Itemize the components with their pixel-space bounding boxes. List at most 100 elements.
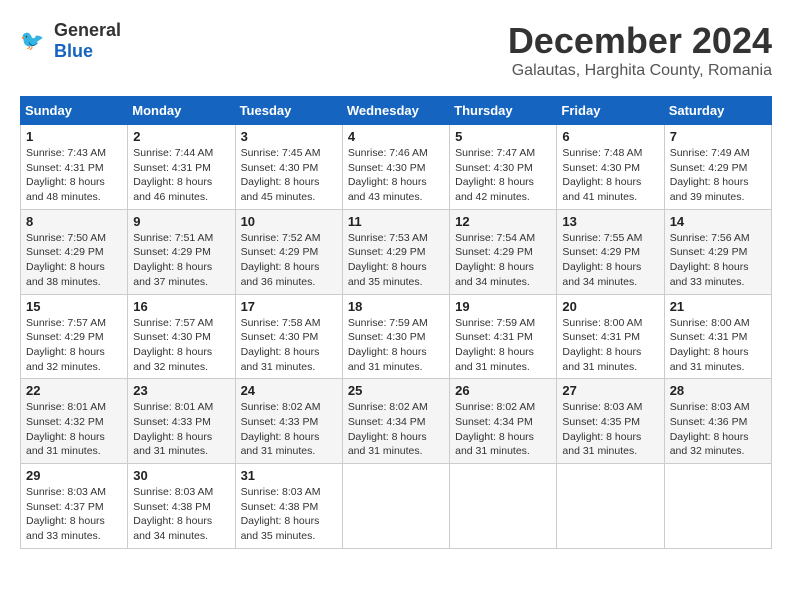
day-info: Sunrise: 7:54 AMSunset: 4:29 PMDaylight:… xyxy=(455,231,551,290)
calendar-cell: 9 Sunrise: 7:51 AMSunset: 4:29 PMDaylight… xyxy=(128,209,235,294)
day-number: 26 xyxy=(455,383,551,398)
calendar-cell: 11 Sunrise: 7:53 AMSunset: 4:29 PMDayligh… xyxy=(342,209,449,294)
day-info: Sunrise: 7:51 AMSunset: 4:29 PMDaylight:… xyxy=(133,231,229,290)
calendar-table: SundayMondayTuesdayWednesdayThursdayFrid… xyxy=(20,96,772,549)
day-number: 29 xyxy=(26,468,122,483)
calendar-cell: 12 Sunrise: 7:54 AMSunset: 4:29 PMDayligh… xyxy=(450,209,557,294)
calendar-week-4: 22 Sunrise: 8:01 AMSunset: 4:32 PMDayligh… xyxy=(21,379,772,464)
day-number: 21 xyxy=(670,299,766,314)
day-number: 31 xyxy=(241,468,337,483)
calendar-cell: 3Sunrise: 7:45 AMSunset: 4:30 PMDaylight… xyxy=(235,125,342,210)
day-header-monday: Monday xyxy=(128,97,235,125)
day-header-saturday: Saturday xyxy=(664,97,771,125)
day-number: 12 xyxy=(455,214,551,229)
day-info: Sunrise: 8:03 AMSunset: 4:35 PMDaylight:… xyxy=(562,400,658,459)
day-info: Sunrise: 8:00 AMSunset: 4:31 PMDaylight:… xyxy=(670,316,766,375)
calendar-cell: 24 Sunrise: 8:02 AMSunset: 4:33 PMDayligh… xyxy=(235,379,342,464)
day-info: Sunrise: 7:57 AMSunset: 4:30 PMDaylight:… xyxy=(133,316,229,375)
day-info: Sunrise: 8:02 AMSunset: 4:33 PMDaylight:… xyxy=(241,400,337,459)
calendar-week-5: 29 Sunrise: 8:03 AMSunset: 4:37 PMDayligh… xyxy=(21,464,772,549)
day-number: 14 xyxy=(670,214,766,229)
location-title: Galautas, Harghita County, Romania xyxy=(508,62,772,80)
calendar-cell xyxy=(450,464,557,549)
calendar-cell: 21 Sunrise: 8:00 AMSunset: 4:31 PMDayligh… xyxy=(664,294,771,379)
day-info: Sunrise: 8:02 AMSunset: 4:34 PMDaylight:… xyxy=(455,400,551,459)
day-header-wednesday: Wednesday xyxy=(342,97,449,125)
day-info: Sunrise: 8:03 AMSunset: 4:38 PMDaylight:… xyxy=(133,485,229,544)
calendar-cell xyxy=(664,464,771,549)
calendar-week-2: 8 Sunrise: 7:50 AMSunset: 4:29 PMDaylight… xyxy=(21,209,772,294)
day-info: Sunrise: 7:48 AMSunset: 4:30 PMDaylight:… xyxy=(562,146,658,205)
day-info: Sunrise: 7:55 AMSunset: 4:29 PMDaylight:… xyxy=(562,231,658,290)
calendar-cell: 28 Sunrise: 8:03 AMSunset: 4:36 PMDayligh… xyxy=(664,379,771,464)
calendar-cell: 27 Sunrise: 8:03 AMSunset: 4:35 PMDayligh… xyxy=(557,379,664,464)
calendar-cell xyxy=(342,464,449,549)
day-info: Sunrise: 7:44 AMSunset: 4:31 PMDaylight:… xyxy=(133,146,229,205)
month-title: December 2024 xyxy=(508,20,772,62)
day-info: Sunrise: 7:58 AMSunset: 4:30 PMDaylight:… xyxy=(241,316,337,375)
day-info: Sunrise: 8:00 AMSunset: 4:31 PMDaylight:… xyxy=(562,316,658,375)
day-info: Sunrise: 7:46 AMSunset: 4:30 PMDaylight:… xyxy=(348,146,444,205)
calendar-week-1: 1Sunrise: 7:43 AMSunset: 4:31 PMDaylight… xyxy=(21,125,772,210)
calendar-cell: 30Sunrise: 8:03 AMSunset: 4:38 PMDayligh… xyxy=(128,464,235,549)
calendar-cell xyxy=(557,464,664,549)
day-info: Sunrise: 7:56 AMSunset: 4:29 PMDaylight:… xyxy=(670,231,766,290)
logo-blue: Blue xyxy=(54,41,93,61)
day-info: Sunrise: 7:53 AMSunset: 4:29 PMDaylight:… xyxy=(348,231,444,290)
day-number: 15 xyxy=(26,299,122,314)
calendar-cell: 31Sunrise: 8:03 AMSunset: 4:38 PMDayligh… xyxy=(235,464,342,549)
day-info: Sunrise: 8:02 AMSunset: 4:34 PMDaylight:… xyxy=(348,400,444,459)
day-number: 2 xyxy=(133,129,229,144)
calendar-cell: 2 Sunrise: 7:44 AMSunset: 4:31 PMDaylight… xyxy=(128,125,235,210)
calendar-cell: 26 Sunrise: 8:02 AMSunset: 4:34 PMDayligh… xyxy=(450,379,557,464)
calendar-week-3: 15Sunrise: 7:57 AMSunset: 4:29 PMDayligh… xyxy=(21,294,772,379)
day-info: Sunrise: 7:59 AMSunset: 4:31 PMDaylight:… xyxy=(455,316,551,375)
logo: 🐦 General Blue xyxy=(20,20,121,62)
calendar-cell: 25 Sunrise: 8:02 AMSunset: 4:34 PMDayligh… xyxy=(342,379,449,464)
calendar-cell: 5Sunrise: 7:47 AMSunset: 4:30 PMDaylight… xyxy=(450,125,557,210)
day-number: 5 xyxy=(455,129,551,144)
day-number: 16 xyxy=(133,299,229,314)
logo-icon: 🐦 xyxy=(20,26,50,56)
day-number: 13 xyxy=(562,214,658,229)
day-number: 27 xyxy=(562,383,658,398)
logo-general: General xyxy=(54,20,121,40)
day-header-friday: Friday xyxy=(557,97,664,125)
calendar-cell: 4Sunrise: 7:46 AMSunset: 4:30 PMDaylight… xyxy=(342,125,449,210)
day-info: Sunrise: 7:52 AMSunset: 4:29 PMDaylight:… xyxy=(241,231,337,290)
day-info: Sunrise: 8:01 AMSunset: 4:32 PMDaylight:… xyxy=(26,400,122,459)
calendar-cell: 16 Sunrise: 7:57 AMSunset: 4:30 PMDayligh… xyxy=(128,294,235,379)
day-number: 25 xyxy=(348,383,444,398)
day-number: 6 xyxy=(562,129,658,144)
calendar-cell: 13 Sunrise: 7:55 AMSunset: 4:29 PMDayligh… xyxy=(557,209,664,294)
day-number: 10 xyxy=(241,214,337,229)
day-number: 9 xyxy=(133,214,229,229)
day-number: 11 xyxy=(348,214,444,229)
calendar-cell: 17 Sunrise: 7:58 AMSunset: 4:30 PMDayligh… xyxy=(235,294,342,379)
day-info: Sunrise: 7:50 AMSunset: 4:29 PMDaylight:… xyxy=(26,231,122,290)
day-number: 8 xyxy=(26,214,122,229)
calendar-header-row: SundayMondayTuesdayWednesdayThursdayFrid… xyxy=(21,97,772,125)
day-number: 24 xyxy=(241,383,337,398)
day-number: 28 xyxy=(670,383,766,398)
calendar-cell: 23Sunrise: 8:01 AMSunset: 4:33 PMDayligh… xyxy=(128,379,235,464)
day-info: Sunrise: 7:59 AMSunset: 4:30 PMDaylight:… xyxy=(348,316,444,375)
day-number: 20 xyxy=(562,299,658,314)
day-info: Sunrise: 8:01 AMSunset: 4:33 PMDaylight:… xyxy=(133,400,229,459)
day-info: Sunrise: 8:03 AMSunset: 4:36 PMDaylight:… xyxy=(670,400,766,459)
calendar-cell: 20 Sunrise: 8:00 AMSunset: 4:31 PMDayligh… xyxy=(557,294,664,379)
calendar-cell: 14 Sunrise: 7:56 AMSunset: 4:29 PMDayligh… xyxy=(664,209,771,294)
calendar-cell: 18Sunrise: 7:59 AMSunset: 4:30 PMDayligh… xyxy=(342,294,449,379)
page-header: 🐦 General Blue December 2024 Galautas, H… xyxy=(20,20,772,80)
calendar-cell: 22 Sunrise: 8:01 AMSunset: 4:32 PMDayligh… xyxy=(21,379,128,464)
day-number: 17 xyxy=(241,299,337,314)
day-number: 22 xyxy=(26,383,122,398)
calendar-cell: 15Sunrise: 7:57 AMSunset: 4:29 PMDayligh… xyxy=(21,294,128,379)
calendar-cell: 19Sunrise: 7:59 AMSunset: 4:31 PMDayligh… xyxy=(450,294,557,379)
calendar-cell: 6 Sunrise: 7:48 AMSunset: 4:30 PMDaylight… xyxy=(557,125,664,210)
calendar-cell: 8 Sunrise: 7:50 AMSunset: 4:29 PMDaylight… xyxy=(21,209,128,294)
day-number: 7 xyxy=(670,129,766,144)
calendar-cell: 7Sunrise: 7:49 AMSunset: 4:29 PMDaylight… xyxy=(664,125,771,210)
svg-text:🐦: 🐦 xyxy=(20,30,44,52)
day-info: Sunrise: 8:03 AMSunset: 4:37 PMDaylight:… xyxy=(26,485,122,544)
